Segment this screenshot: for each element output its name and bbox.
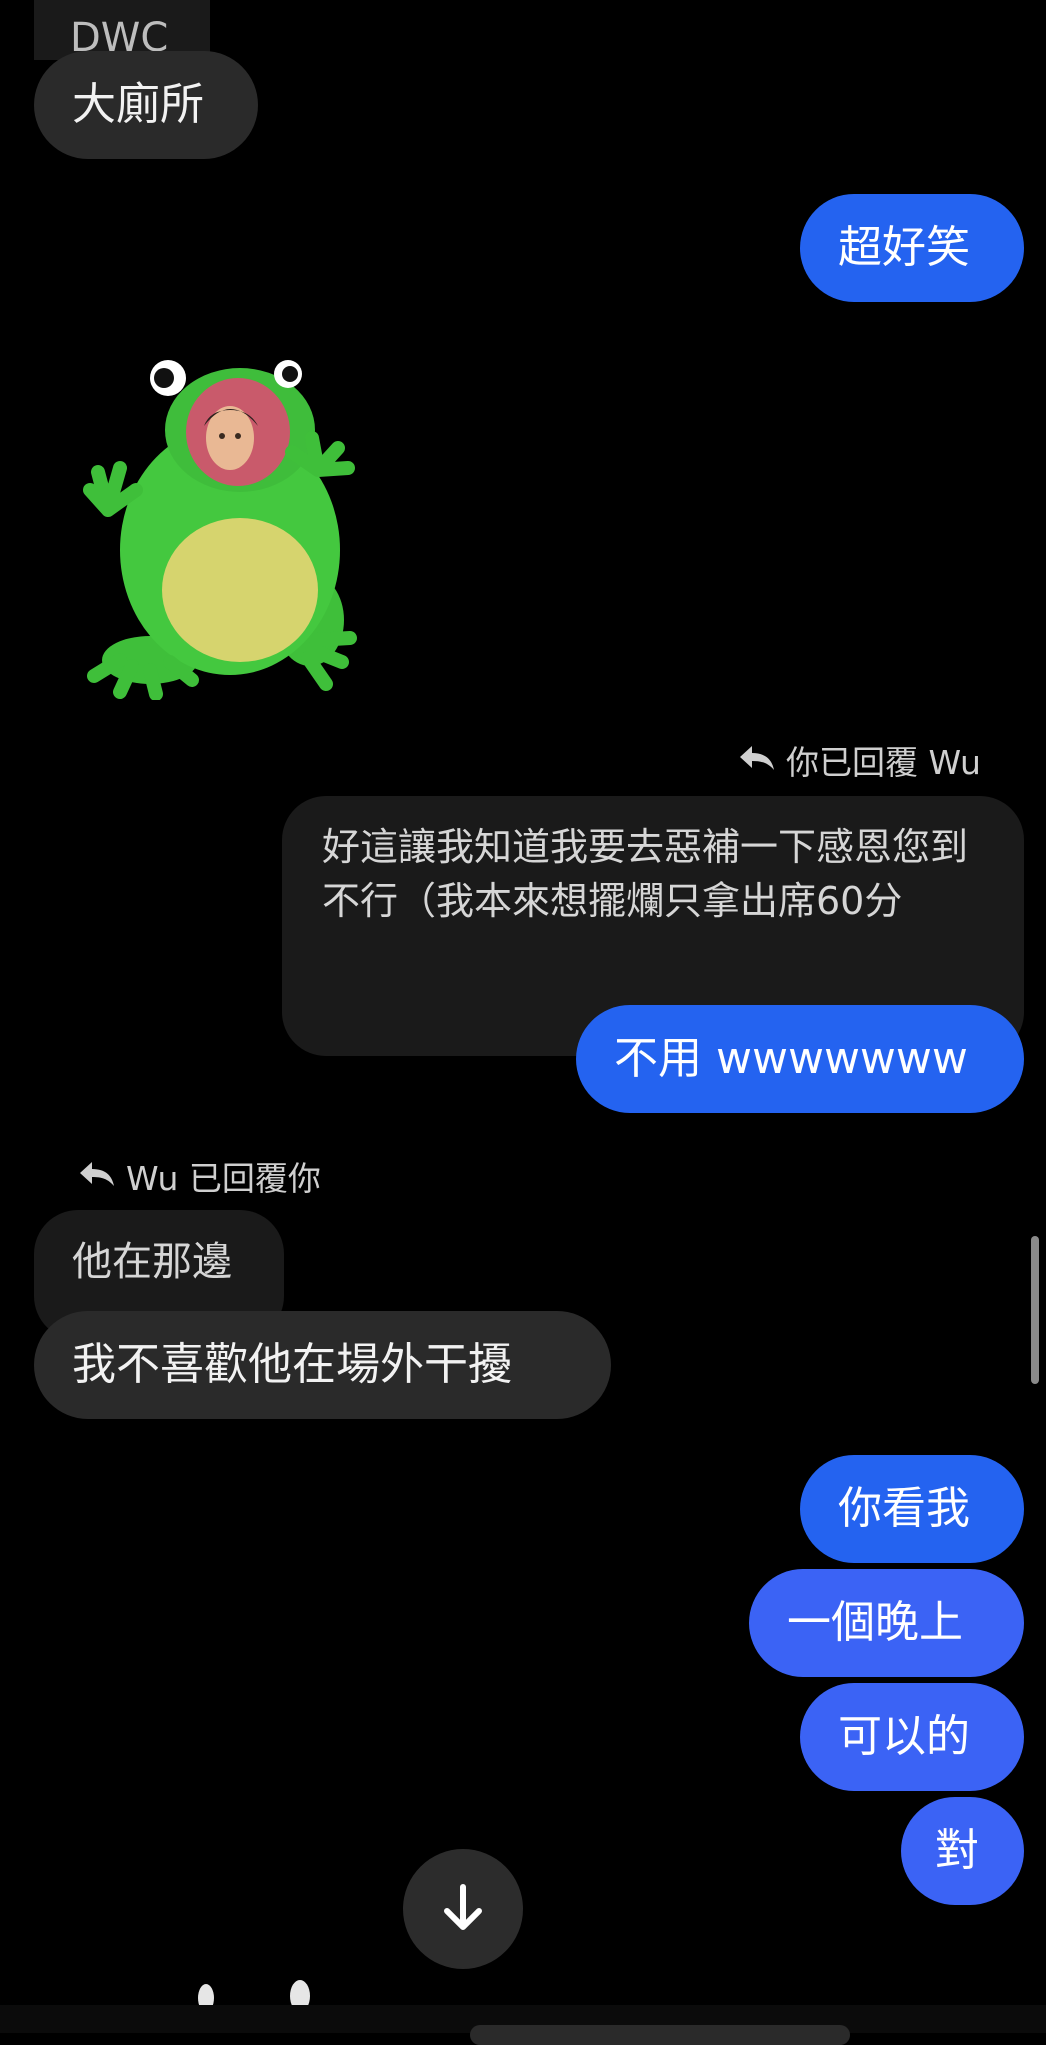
reply-indicator-incoming: Wu 已回覆你 [76,1152,321,1200]
bunny-ears-icon [198,1980,310,2012]
message-text: 一個晚上 [787,1597,963,1648]
message-text: 不用 wwwwwww [614,1033,968,1084]
message-text: 超好笑 [838,222,970,273]
composer-input[interactable] [470,2025,850,2045]
message-text: 對 [935,1825,979,1876]
reply-indicator-label: 你已回覆 Wu [786,743,981,782]
scroll-to-bottom-button[interactable] [403,1849,523,1969]
message-text: 你看我 [838,1483,970,1534]
scrollbar[interactable] [1031,1236,1039,1384]
outgoing-message-bubble[interactable]: 你看我 [800,1455,1024,1563]
frog-sticker[interactable] [80,340,360,701]
message-text: 可以的 [838,1711,970,1762]
partial-sticker-bottom [190,1978,330,2012]
reply-arrow-icon [736,741,776,780]
incoming-message-bubble[interactable]: 大廁所 [34,51,258,159]
outgoing-message-bubble[interactable]: 不用 wwwwwww [576,1005,1024,1113]
reply-arrow-icon [76,1157,116,1196]
message-text: 大廁所 [72,79,204,130]
frog-sticker-icon [83,360,357,701]
outgoing-message-bubble[interactable]: 可以的 [800,1683,1024,1791]
outgoing-message-bubble[interactable]: 一個晚上 [749,1569,1024,1677]
outgoing-message-bubble[interactable]: 對 [901,1797,1024,1905]
message-text: 我不喜歡他在場外干擾 [72,1339,512,1390]
arrow-down-icon [444,1884,482,1930]
incoming-message-bubble[interactable]: 我不喜歡他在場外干擾 [34,1311,611,1419]
reply-indicator-outgoing: 你已回覆 Wu [736,736,981,784]
outgoing-message-bubble[interactable]: 超好笑 [800,194,1024,302]
reply-indicator-label: Wu 已回覆你 [126,1159,321,1198]
quoted-message-text: 好這讓我知道我要去惡補一下感恩您到不行（我本來想擺爛只拿出席60分 [322,825,969,923]
quoted-message-text: 他在那邊 [72,1239,232,1285]
